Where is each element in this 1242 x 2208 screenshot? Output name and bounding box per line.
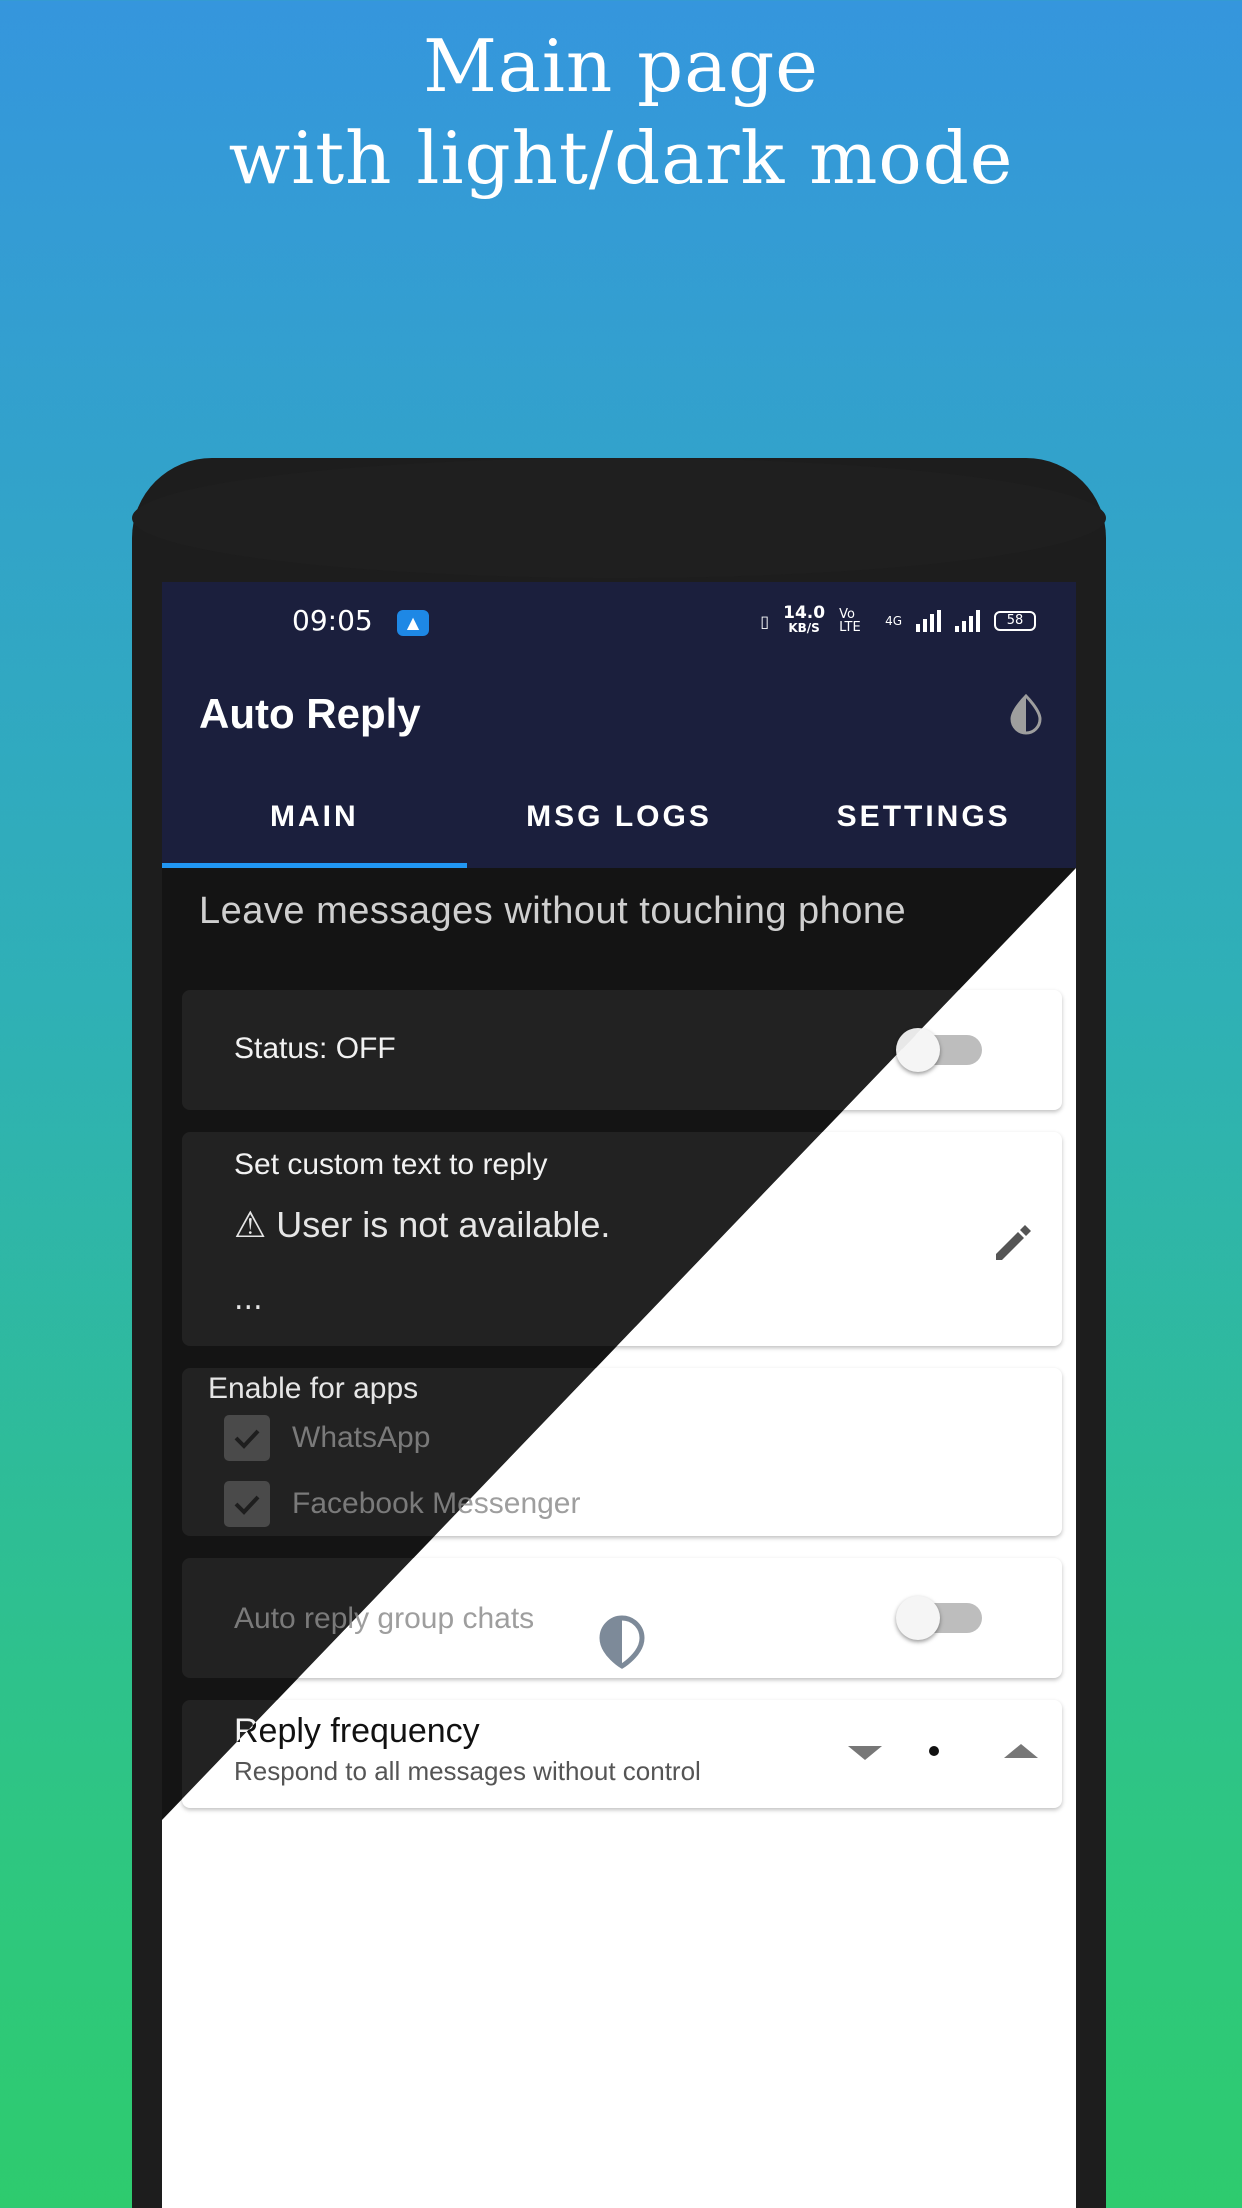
frequency-increase-icon[interactable] xyxy=(1004,1744,1038,1758)
reply-frequency-subtitle: Respond to all messages without control xyxy=(234,1756,701,1786)
phone-top xyxy=(132,458,1106,578)
tab-settings[interactable]: SETTINGS xyxy=(771,772,1076,868)
check-icon xyxy=(234,1429,260,1449)
app-title: Auto Reply xyxy=(199,690,421,737)
group-chats-toggle[interactable] xyxy=(896,1596,982,1640)
main-content: Leave messages without touching phone St… xyxy=(162,868,1076,2208)
status-label: Status: OFF xyxy=(234,1032,396,1065)
signal-icon-2 xyxy=(955,610,980,632)
status-toggle-knob xyxy=(896,1028,940,1072)
signal-icon-1 xyxy=(916,610,941,632)
whatsapp-checkbox[interactable] xyxy=(224,1415,270,1461)
theme-toggle-icon[interactable] xyxy=(1004,692,1048,736)
group-chats-toggle-knob xyxy=(896,1596,940,1640)
tab-msg-logs[interactable]: MSG LOGS xyxy=(467,772,772,868)
headline-line-2: with light/dark mode xyxy=(228,116,1014,200)
android-notification-icon: ▲ xyxy=(397,610,429,636)
custom-reply-card[interactable]: Set custom text to reply ⚠ User is not a… xyxy=(182,1132,1062,1346)
status-time: 09:05 xyxy=(292,604,373,637)
group-chats-label: Auto reply group chats xyxy=(234,1602,535,1635)
phone-screen: 09:05 ▲ ▯ 14.0 KB/S Vo LTE 4G 58 Auto Re… xyxy=(162,582,1076,2208)
page-subtitle: Leave messages without touching phone xyxy=(199,890,907,932)
status-toggle[interactable] xyxy=(896,1028,982,1072)
headline-line-1: Main page xyxy=(423,24,819,108)
app-item-facebook-messenger[interactable]: Facebook Messenger xyxy=(224,1480,581,1528)
frequency-decrease-icon[interactable] xyxy=(848,1746,882,1760)
reply-frequency-card: Reply frequency Respond to all messages … xyxy=(182,1700,1062,1808)
check-icon xyxy=(234,1495,260,1515)
app-bar: Auto Reply xyxy=(162,662,1076,772)
custom-reply-text: ⚠ User is not available. xyxy=(234,1204,611,1245)
enable-apps-card: Enable for apps WhatsApp Facebook Messen… xyxy=(182,1368,1062,1536)
battery-icon: 58 xyxy=(994,611,1036,631)
status-bar: 09:05 ▲ ▯ 14.0 KB/S Vo LTE 4G 58 xyxy=(162,582,1076,662)
tab-bar: MAIN MSG LOGS SETTINGS xyxy=(162,772,1076,868)
enable-apps-label: Enable for apps xyxy=(208,1372,419,1405)
frequency-value-dot xyxy=(929,1746,939,1756)
headline: Main page with light/dark mode xyxy=(0,20,1242,204)
network-speed-unit: KB/S xyxy=(788,621,820,635)
facebook-messenger-label: Facebook Messenger xyxy=(292,1487,581,1520)
status-icons: ▯ 14.0 KB/S Vo LTE 4G 58 xyxy=(760,603,1036,636)
custom-reply-ellipsis: ... xyxy=(234,1282,263,1317)
status-card: Status: OFF xyxy=(182,990,1062,1110)
volte-icon: Vo LTE xyxy=(839,607,861,635)
reply-frequency-title: Reply frequency xyxy=(234,1712,480,1750)
network-speed: 14.0 KB/S xyxy=(783,603,826,636)
app-item-whatsapp[interactable]: WhatsApp xyxy=(224,1414,430,1462)
network-type: 4G xyxy=(885,614,902,628)
theme-split-icon xyxy=(599,1615,645,1669)
tab-main[interactable]: MAIN xyxy=(162,772,467,868)
facebook-messenger-checkbox[interactable] xyxy=(224,1481,270,1527)
custom-reply-label: Set custom text to reply xyxy=(234,1148,548,1181)
whatsapp-label: WhatsApp xyxy=(292,1421,431,1454)
edit-icon[interactable] xyxy=(988,1218,1038,1268)
vibrate-icon: ▯ xyxy=(760,611,770,631)
